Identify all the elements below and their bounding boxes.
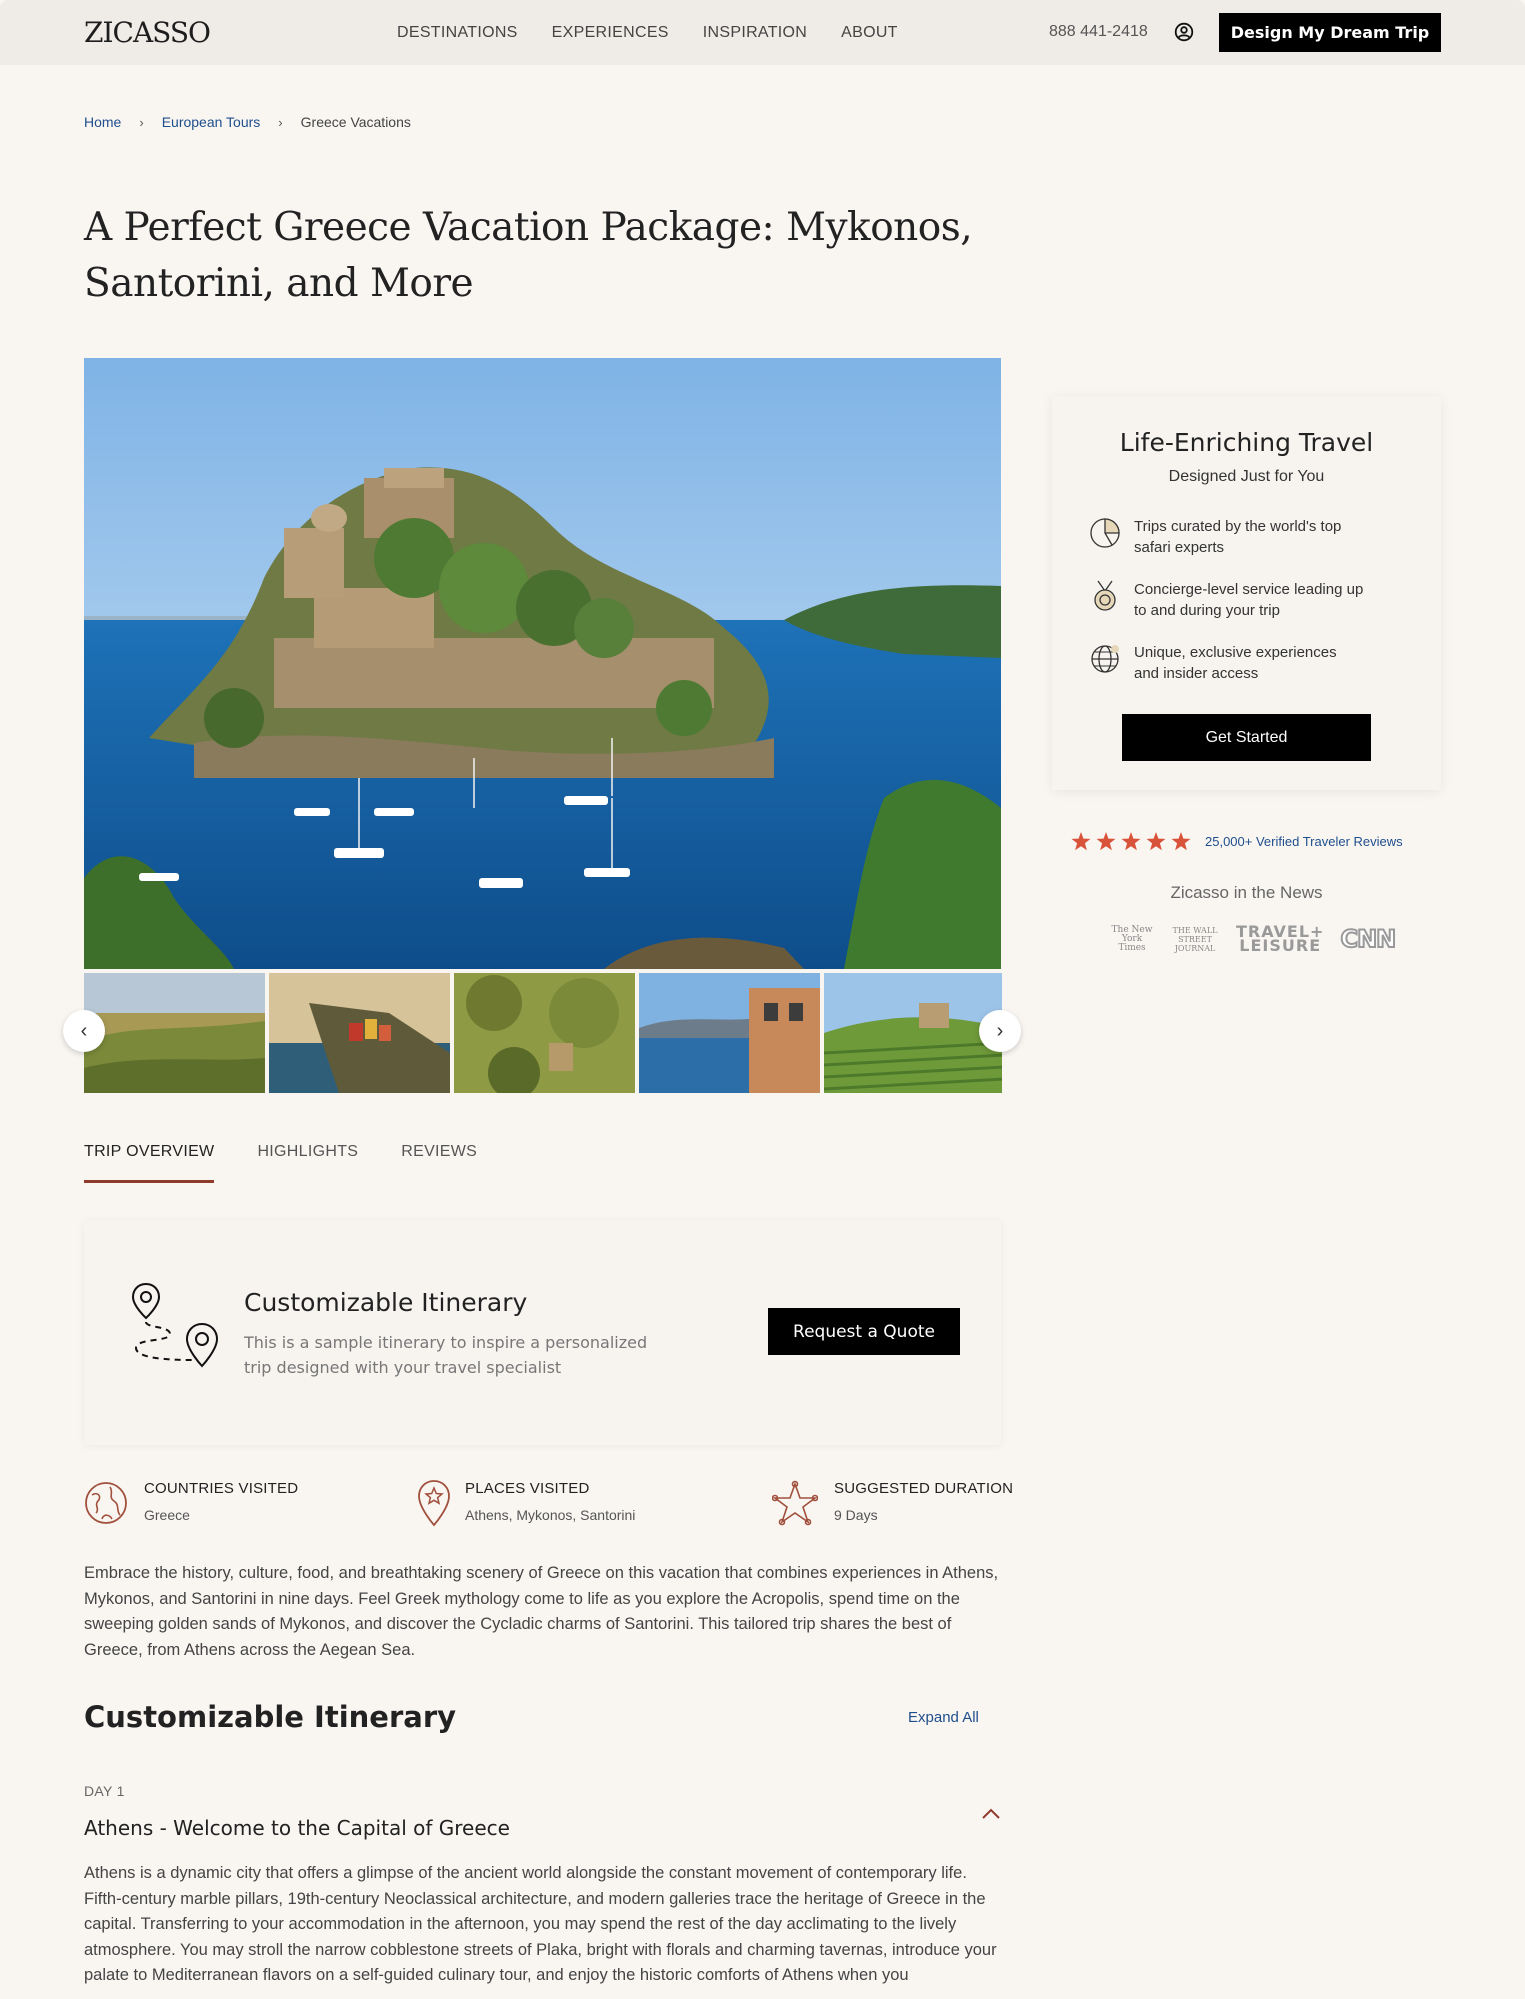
nav-about[interactable]: ABOUT [841, 24, 898, 42]
nav-experiences[interactable]: EXPERIENCES [552, 24, 669, 42]
page-title: A Perfect Greece Vacation Package: Mykon… [84, 205, 973, 306]
thumbnail-hilltop-vineyard[interactable] [824, 973, 1002, 1093]
star-icon [1171, 832, 1191, 851]
tab-trip-overview[interactable]: TRIP OVERVIEW [84, 1143, 215, 1183]
countries-visited-stat: COUNTRIES VISITED Greece [144, 1480, 298, 1523]
zicasso-logo[interactable]: ZICASSO [84, 16, 211, 49]
thumbnail-tuscany-hills[interactable] [84, 973, 265, 1093]
benefit-text: Concierge-level service leading up to an… [1134, 581, 1364, 619]
reviews-summary: 25,000+ Verified Traveler Reviews [1071, 832, 1403, 851]
travel-leisure-logo-line2: LEISURE [1239, 936, 1322, 955]
thumbnail-vineyard-valley[interactable] [454, 973, 635, 1093]
request-a-quote-button[interactable]: Request a Quote [768, 1308, 960, 1355]
get-started-button[interactable]: Get Started [1122, 714, 1371, 761]
places-visited-value: Athens, Mykonos, Santorini [465, 1507, 636, 1523]
benefit-exclusive-experiences: Unique, exclusive experiences and inside… [1088, 642, 1364, 684]
hero-image-castle-island[interactable] [84, 358, 1001, 969]
in-the-news-title: Zicasso in the News [1170, 883, 1323, 902]
globe-icon [85, 1482, 127, 1524]
top-navigation-bar: ZICASSO DESTINATIONS EXPERIENCES INSPIRA… [0, 0, 1525, 65]
news-logos: The New York Times THE WALL STREET JOURN… [1110, 924, 1398, 955]
chevron-right-icon: › [139, 114, 144, 130]
day-title[interactable]: Athens - Welcome to the Capital of Greec… [84, 1816, 510, 1840]
cnn-logo: CNN [1339, 924, 1397, 954]
wsj-logo: THE WALL STREET JOURNAL [1172, 925, 1218, 953]
main-nav: DESTINATIONS EXPERIENCES INSPIRATION ABO… [397, 24, 898, 42]
suggested-duration-value: 9 Days [834, 1507, 878, 1523]
verified-reviews-link[interactable]: 25,000+ Verified Traveler Reviews [1205, 834, 1403, 849]
life-enriching-travel-card: Life-Enriching Travel Designed Just for … [1052, 396, 1441, 790]
route-map-icon [131, 1282, 219, 1368]
breadcrumb-european-tours[interactable]: European Tours [162, 114, 261, 130]
gallery-thumbnails [84, 973, 1002, 1093]
star-icon [1121, 832, 1141, 851]
places-visited-stat: PLACES VISITED Athens, Mykonos, Santorin… [465, 1480, 635, 1523]
nyt-logo: The New York Times [1111, 924, 1153, 953]
day-label: DAY 1 [84, 1783, 125, 1799]
star-rating [1071, 832, 1191, 851]
chevron-right-icon: › [996, 1019, 1004, 1042]
trip-description: Embrace the history, culture, food, and … [84, 1564, 999, 1659]
benefit-text: Trips curated by the world's top safari … [1134, 518, 1342, 556]
nav-destinations[interactable]: DESTINATIONS [397, 24, 518, 42]
travel-leisure-logo: TRAVEL+ LEISURE [1236, 924, 1324, 955]
customizable-itinerary-subtitle: This is a sample itinerary to inspire a … [244, 1333, 648, 1377]
itinerary-section-title: Customizable Itinerary [84, 1700, 457, 1734]
globe-icon [1091, 645, 1119, 673]
account-icon[interactable] [1174, 22, 1194, 42]
carousel-next-button[interactable]: › [979, 1010, 1021, 1052]
carousel-prev-button[interactable]: ‹ [63, 1010, 105, 1052]
thumbnail-sorrento-coast[interactable] [639, 973, 820, 1093]
tab-reviews[interactable]: REVIEWS [401, 1143, 477, 1183]
places-visited-label: PLACES VISITED [465, 1480, 590, 1497]
breadcrumb: Home › European Tours › Greece Vacations [84, 114, 411, 130]
thumbnail-cinque-terre[interactable] [269, 973, 450, 1093]
pie-chart-icon [1090, 518, 1120, 548]
nav-inspiration[interactable]: INSPIRATION [703, 24, 807, 42]
constellation-icon [772, 1480, 818, 1526]
tab-highlights[interactable]: HIGHLIGHTS [257, 1143, 358, 1183]
medal-icon [1094, 580, 1116, 611]
sidebar-subtitle: Designed Just for You [1168, 468, 1325, 485]
breadcrumb-current: Greece Vacations [300, 114, 411, 130]
chevron-right-icon: › [278, 114, 283, 130]
benefit-concierge-service: Concierge-level service leading up to an… [1088, 579, 1364, 621]
map-pin-star-icon [418, 1480, 450, 1527]
star-icon [1096, 832, 1116, 851]
sidebar-title: Life-Enriching Travel [1119, 428, 1374, 457]
customizable-itinerary-card: Customizable Itinerary This is a sample … [84, 1220, 1001, 1445]
chevron-up-icon[interactable] [979, 1804, 1003, 1824]
benefit-text: Unique, exclusive experiences and inside… [1134, 644, 1337, 682]
design-my-dream-trip-button[interactable]: Design My Dream Trip [1219, 13, 1441, 52]
countries-visited-value: Greece [144, 1507, 190, 1523]
suggested-duration-stat: SUGGESTED DURATION 9 Days [834, 1480, 1013, 1523]
star-icon [1071, 832, 1091, 851]
chevron-left-icon: ‹ [80, 1019, 88, 1042]
breadcrumb-home[interactable]: Home [84, 114, 121, 130]
content-tabs: TRIP OVERVIEW HIGHLIGHTS REVIEWS [84, 1143, 477, 1183]
phone-number[interactable]: 888 441-2418 [1049, 23, 1148, 41]
countries-visited-label: COUNTRIES VISITED [144, 1480, 299, 1497]
expand-all-link[interactable]: Expand All [908, 1709, 979, 1726]
day-description: Athens is a dynamic city that offers a g… [84, 1864, 997, 1984]
suggested-duration-label: SUGGESTED DURATION [834, 1480, 1014, 1497]
customizable-itinerary-title: Customizable Itinerary [244, 1288, 528, 1317]
star-icon [1146, 832, 1166, 851]
benefit-curated-trips: Trips curated by the world's top safari … [1088, 516, 1364, 558]
